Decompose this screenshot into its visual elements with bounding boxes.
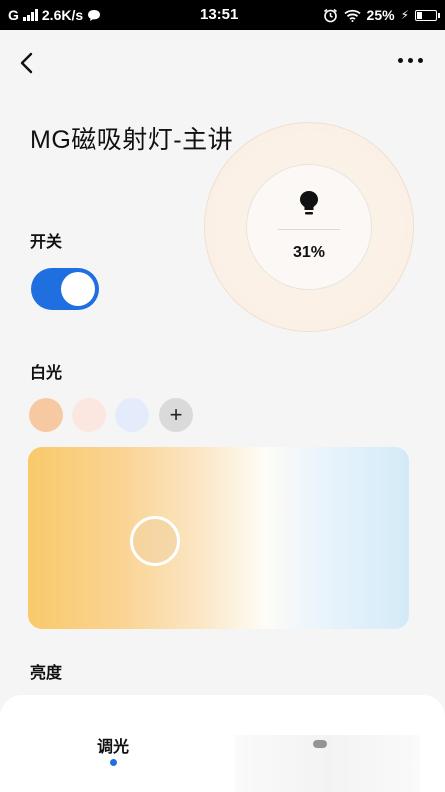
swatch-cool[interactable] (115, 398, 149, 432)
dot-icon (418, 58, 423, 63)
swatch-soft[interactable] (72, 398, 106, 432)
tab-second-blurred[interactable] (235, 735, 420, 792)
power-toggle[interactable] (31, 268, 99, 310)
add-swatch-button[interactable]: + (159, 398, 193, 432)
charging-bolt-icon: ⚡ (400, 8, 409, 22)
brightness-label: 亮度 (30, 665, 63, 682)
status-bar: G 2.6K/s 13:51 25% ⚡ (0, 0, 445, 30)
dot-icon (398, 58, 403, 63)
ring-divider (278, 229, 340, 230)
power-label: 开关 (30, 234, 63, 251)
network-speed: 2.6K/s (41, 7, 84, 23)
status-left: G 2.6K/s (8, 7, 101, 23)
swatch-warm[interactable] (29, 398, 63, 432)
battery-icon (415, 9, 440, 21)
status-time: 13:51 (200, 6, 239, 23)
back-arrow-icon[interactable] (16, 52, 38, 74)
brightness-percent: 31% (292, 244, 326, 261)
signal-icon (22, 9, 38, 21)
device-title: MG磁吸射灯-主讲 (30, 126, 234, 154)
wifi-icon (343, 9, 361, 22)
alarm-icon (323, 8, 337, 22)
color-temperature-handle[interactable] (130, 516, 180, 566)
network-type-label: G (8, 7, 19, 23)
battery-percent: 25% (366, 7, 395, 23)
white-light-label: 白光 (30, 365, 63, 382)
brightness-ring-inner[interactable] (246, 164, 372, 290)
toggle-knob (61, 272, 95, 306)
dot-icon (408, 58, 413, 63)
more-options-button[interactable] (398, 58, 423, 63)
blurred-tab-icon (313, 740, 327, 748)
message-icon (88, 9, 101, 21)
color-temperature-panel[interactable] (28, 447, 409, 629)
lightbulb-icon (300, 191, 318, 215)
tab-dimming[interactable]: 调光 (88, 733, 138, 757)
active-tab-indicator (110, 759, 117, 766)
status-right: 25% ⚡ (323, 7, 440, 23)
